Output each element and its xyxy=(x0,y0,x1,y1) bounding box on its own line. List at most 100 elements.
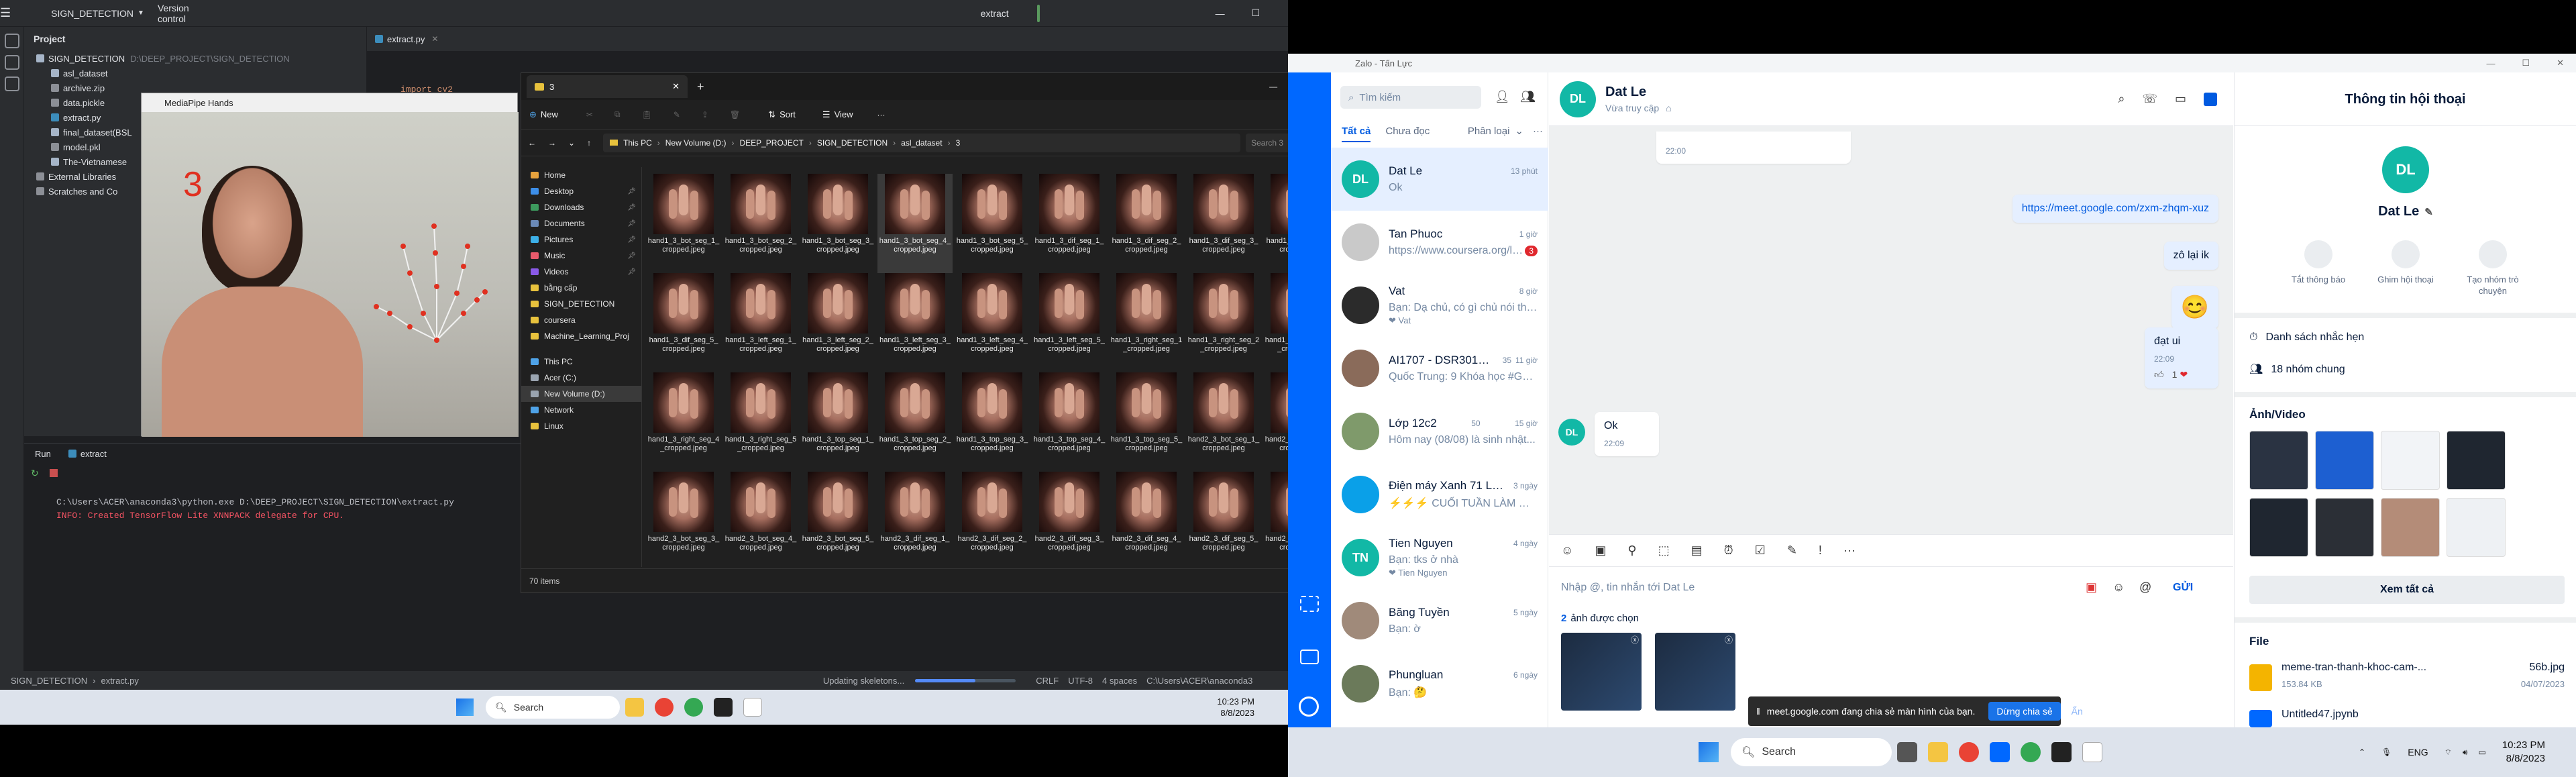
breadcrumb-segment[interactable]: asl_dataset xyxy=(901,138,942,148)
file-item[interactable]: hand1_3_left_seg_2_cropped.jpeg xyxy=(800,273,875,372)
message-bubble[interactable]: 😊 xyxy=(2171,286,2218,329)
file-item[interactable]: hand1_3_bot_seg_4_cropped.jpeg xyxy=(877,174,953,273)
copy-icon[interactable]: ⧉ xyxy=(614,109,621,119)
quick-message-icon[interactable]: ▣ xyxy=(2086,580,2097,594)
nav-item[interactable]: SIGN_DETECTION xyxy=(521,296,641,312)
contact-card-icon[interactable]: ▤ xyxy=(1691,543,1703,558)
like-icon[interactable]: 👍︎ xyxy=(2154,369,2164,380)
task-icon[interactable]: ☑ xyxy=(1755,543,1766,558)
menu-icon[interactable]: ☰ xyxy=(0,6,11,20)
nav-item[interactable]: Linux xyxy=(521,418,641,434)
file-item[interactable]: hand2_3_left_seg_1_cropped.jpeg xyxy=(1263,472,1288,570)
message-bubble[interactable]: Ok 22:09 xyxy=(1595,412,1659,456)
window-maximize-icon[interactable]: ☐ xyxy=(2522,58,2530,68)
view-button[interactable]: ☰ View xyxy=(822,109,853,120)
info-action[interactable]: Tắt thông báo xyxy=(2288,240,2349,297)
tab-all[interactable]: Tất cả xyxy=(1342,125,1371,142)
conversation-item[interactable]: Vat 8 giờ Bạn: Dạ chủ, có gì chủ nói thời … xyxy=(1331,274,1548,337)
breadcrumb-file[interactable]: extract.py xyxy=(101,676,138,686)
file-item[interactable]: hand1_3_left_seg_1_cropped.jpeg xyxy=(723,273,798,372)
chevron-down-icon[interactable]: ⌄ xyxy=(1515,125,1523,142)
info-action[interactable]: Ghim hội thoại xyxy=(2375,240,2436,297)
indent-setting[interactable]: 4 spaces xyxy=(1102,676,1137,686)
pycharm-taskbar-icon[interactable] xyxy=(714,698,733,717)
line-separator[interactable]: CRLF xyxy=(1036,676,1059,686)
search-input[interactable]: ⌕ Tìm kiếm xyxy=(1340,86,1481,109)
breadcrumb-project[interactable]: SIGN_DETECTION xyxy=(11,676,87,686)
file-item[interactable]: hand1_3_bot_seg_1_cropped.jpeg xyxy=(646,174,721,273)
message-bubble[interactable]: https://meet.google.com/zxm-zhqm-xuz xyxy=(2012,195,2218,223)
hide-button[interactable]: Ẩn xyxy=(2072,706,2083,717)
file-item[interactable]: hand1_3_right_seg_4_cropped.jpeg xyxy=(646,372,721,472)
tree-item[interactable]: asl_dataset xyxy=(36,66,366,81)
media-thumbnail[interactable] xyxy=(2447,498,2506,557)
selected-image[interactable]: ⓧ xyxy=(1561,633,1642,711)
conversation-item[interactable]: Điện máy Xanh 71 Lê V... 3 ngày ⚡⚡⚡ CUỐI T… xyxy=(1331,463,1548,526)
battery-icon[interactable]: ▭ xyxy=(2478,747,2485,757)
file-item[interactable]: hand1_3_bot_seg_3_cropped.jpeg xyxy=(800,174,875,273)
structure-icon[interactable] xyxy=(5,76,19,91)
chrome-taskbar-icon[interactable] xyxy=(2021,742,2041,762)
screenshot-icon[interactable]: ⬚ xyxy=(1658,543,1670,558)
nav-item[interactable]: Machine_Learning_Proj xyxy=(521,328,641,344)
nav-item[interactable]: coursera xyxy=(521,312,641,328)
windows-start-icon[interactable] xyxy=(1699,742,1719,762)
notepad-taskbar-icon[interactable] xyxy=(2082,742,2102,762)
gear-icon[interactable] xyxy=(1299,696,1319,717)
file-item[interactable]: hand1_3_top_seg_2_cropped.jpeg xyxy=(877,372,953,472)
sidebar-toggle-icon[interactable] xyxy=(2204,92,2217,106)
more-icon[interactable]: ··· xyxy=(877,110,885,119)
search-box[interactable]: Search 3 xyxy=(1246,133,1288,152)
language-indicator[interactable]: ENG xyxy=(2408,747,2428,758)
delete-icon[interactable]: 🗑︎ xyxy=(730,110,740,119)
reminders-row[interactable]: ⏱︎ Danh sách nhắc hẹn xyxy=(2249,331,2364,344)
conversation-item[interactable]: Lớp 12c2 50 15 giờ Hôm nay (08/08) là sinh … xyxy=(1331,400,1548,463)
nav-item[interactable]: Downloads 📌︎ xyxy=(521,199,641,215)
explorer-tab[interactable]: 3 ✕ xyxy=(527,75,688,98)
chevron-up-icon[interactable]: ⌃ xyxy=(2359,747,2365,757)
format-icon[interactable]: ✎ xyxy=(1787,543,1797,558)
file-encoding[interactable]: UTF-8 xyxy=(1068,676,1093,686)
media-thumbnail[interactable] xyxy=(2249,498,2308,557)
file-item[interactable]: Untitled47.jpynb xyxy=(2249,707,2565,727)
stop-share-button[interactable]: Dừng chia sẻ xyxy=(1988,702,2061,721)
tab-extract-py[interactable]: extract.py xyxy=(387,34,425,44)
conversation-item[interactable]: Phungluan 6 ngày Bạn: 🤔 xyxy=(1331,652,1548,715)
avatar[interactable]: DL xyxy=(1558,419,1585,446)
mediapipe-title-bar[interactable]: MediaPipe Hands xyxy=(142,93,517,112)
media-thumbnail[interactable] xyxy=(2381,498,2440,557)
search-icon[interactable]: ⌕ xyxy=(2118,92,2125,106)
breadcrumb-segment[interactable]: SIGN_DETECTION xyxy=(817,138,888,148)
tag-icon[interactable]: ⌂ xyxy=(1666,103,1671,113)
forward-icon[interactable]: → xyxy=(548,138,556,148)
drag-handle-icon[interactable]: ‖ xyxy=(1756,706,1760,717)
message-bubble[interactable]: 22:00 xyxy=(1656,132,1851,164)
message-bubble[interactable]: đạt ui 22:09 👍︎ 1 ❤ xyxy=(2145,327,2218,389)
nav-item[interactable]: Acer (C:) xyxy=(521,370,641,386)
media-thumbnail[interactable] xyxy=(2315,431,2374,490)
message-bubble[interactable]: zô lại ik xyxy=(2163,242,2218,270)
emoji-icon[interactable]: ☺ xyxy=(2112,580,2125,594)
run-name[interactable]: extract xyxy=(80,449,107,459)
file-item[interactable]: hand1_3_top_seg_4_cropped.jpeg xyxy=(1032,372,1107,472)
create-group-icon[interactable]: 👥︎ xyxy=(1520,90,1536,104)
new-button[interactable]: ⊕ New xyxy=(529,109,558,120)
file-title[interactable]: File xyxy=(2249,635,2269,648)
nav-item[interactable]: Videos 📌︎ xyxy=(521,264,641,280)
microphone-icon[interactable]: 🎙︎ xyxy=(2381,747,2392,757)
message-input[interactable]: Nhập @, tin nhắn tới Dat Le xyxy=(1561,582,1695,594)
debug-icon[interactable] xyxy=(1036,4,1040,22)
conversation-item[interactable]: Băng Tuyền 5 ngày Bạn: ờ xyxy=(1331,589,1548,652)
file-item[interactable]: hand1_3_right_seg_3_cropped.jpeg xyxy=(1263,273,1288,372)
avatar[interactable]: DL xyxy=(2382,146,2429,193)
interpreter[interactable]: C:\Users\ACER\anaconda3 xyxy=(1146,676,1252,686)
file-item[interactable]: hand2_3_dif_seg_4_cropped.jpeg xyxy=(1109,472,1184,570)
vcs-menu[interactable]: Version control xyxy=(158,3,189,24)
file-item[interactable]: hand1_3_left_seg_5_cropped.jpeg xyxy=(1032,273,1107,372)
paste-icon[interactable]: 📋︎ xyxy=(642,110,652,119)
file-item[interactable]: meme-tran-thanh-khoc-cam-... 56b.jpg 153… xyxy=(2249,662,2565,695)
more-icon[interactable]: ··· xyxy=(1533,125,1543,142)
address-bar[interactable]: This PC › New Volume (D:) › DEEP_PROJECT › SIG… xyxy=(603,133,1241,152)
file-item[interactable]: hand1_3_dif_seg_5_cropped.jpeg xyxy=(646,273,721,372)
mention-icon[interactable]: @ xyxy=(2139,580,2151,594)
